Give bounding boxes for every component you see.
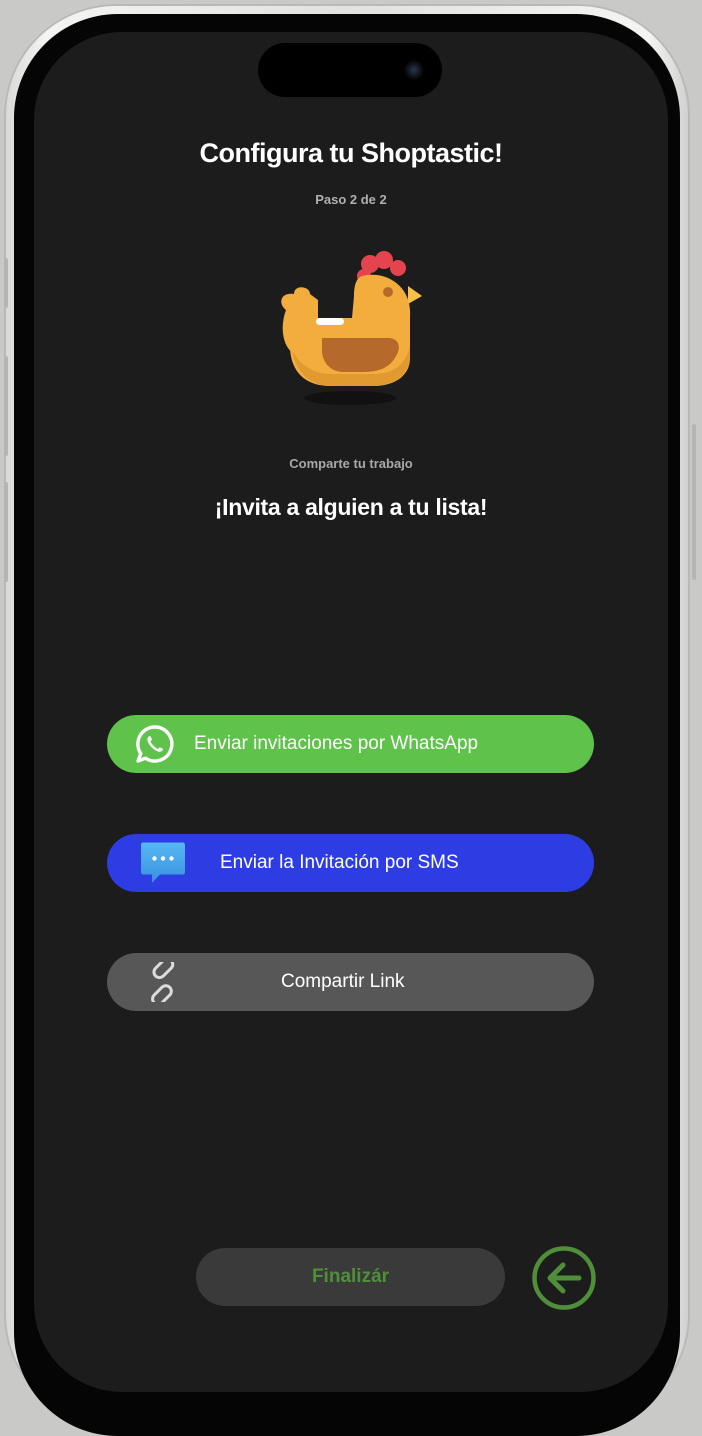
side-button xyxy=(4,482,8,582)
whatsapp-invite-button[interactable]: Enviar invitaciones por WhatsApp xyxy=(107,715,594,773)
side-button xyxy=(4,258,8,308)
section-headline: ¡Invita a alguien a tu lista! xyxy=(214,494,488,520)
chicken-icon xyxy=(281,251,422,405)
whatsapp-invite-label: Enviar invitaciones por WhatsApp xyxy=(194,733,479,754)
front-camera xyxy=(404,60,424,80)
chain-link-icon xyxy=(151,962,175,1002)
share-link-label: Compartir Link xyxy=(281,971,405,992)
finish-button[interactable]: Finalizár xyxy=(196,1248,505,1306)
arrow-left-circle-icon[interactable] xyxy=(531,1245,597,1311)
dynamic-island xyxy=(258,43,442,97)
section-caption: Comparte tu trabajo xyxy=(289,456,413,471)
side-button xyxy=(692,424,696,580)
sms-invite-button[interactable]: Enviar la Invitación por SMS xyxy=(107,834,594,892)
step-indicator: Paso 2 de 2 xyxy=(315,192,387,207)
share-link-button[interactable]: Compartir Link xyxy=(107,953,594,1011)
page-title: Configura tu Shoptastic! xyxy=(199,138,503,168)
side-button xyxy=(4,356,8,456)
message-bubble-icon xyxy=(141,842,185,883)
app-screen: Configura tu Shoptastic! Paso 2 de 2 Com… xyxy=(34,32,668,1392)
sms-invite-label: Enviar la Invitación por SMS xyxy=(220,852,459,873)
whatsapp-icon xyxy=(136,725,174,763)
